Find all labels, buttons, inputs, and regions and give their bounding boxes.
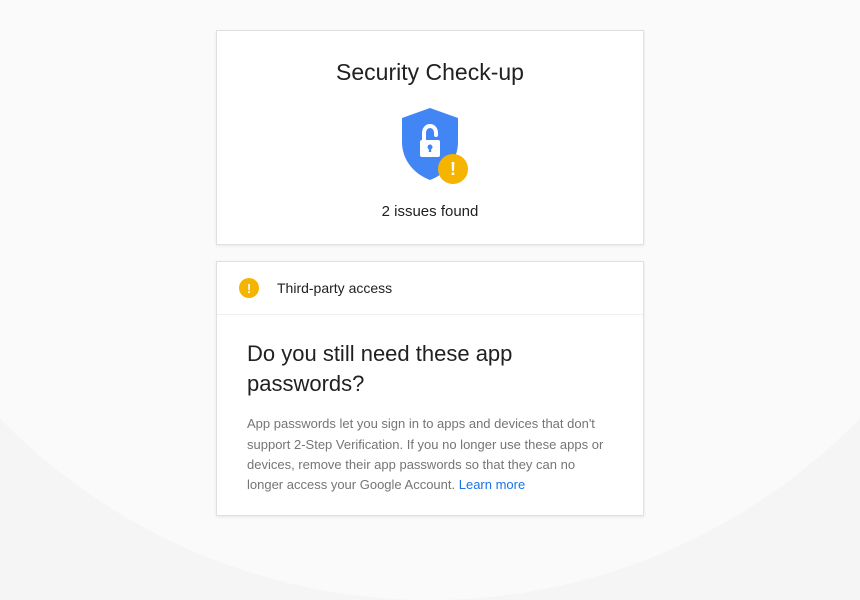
description-text: App passwords let you sign in to apps an…	[247, 416, 603, 491]
page-title: Security Check-up	[237, 59, 623, 86]
learn-more-link[interactable]: Learn more	[459, 477, 525, 492]
section-description: App passwords let you sign in to apps an…	[247, 414, 613, 495]
issues-found-text: 2 issues found	[237, 203, 623, 220]
section-header[interactable]: ! Third-party access	[217, 262, 643, 315]
section-body: Do you still need these app passwords? A…	[217, 315, 643, 515]
card-header: Security Check-up ! 2 issues found	[217, 31, 643, 244]
section-question: Do you still need these app passwords?	[247, 339, 613, 398]
warning-icon: !	[239, 278, 259, 298]
alert-badge-icon: !	[438, 154, 468, 184]
security-checkup-card: Security Check-up ! 2 issues found	[216, 30, 644, 245]
shield-icon: !	[398, 106, 462, 182]
third-party-access-card: ! Third-party access Do you still need t…	[216, 261, 644, 516]
section-title: Third-party access	[277, 280, 392, 296]
